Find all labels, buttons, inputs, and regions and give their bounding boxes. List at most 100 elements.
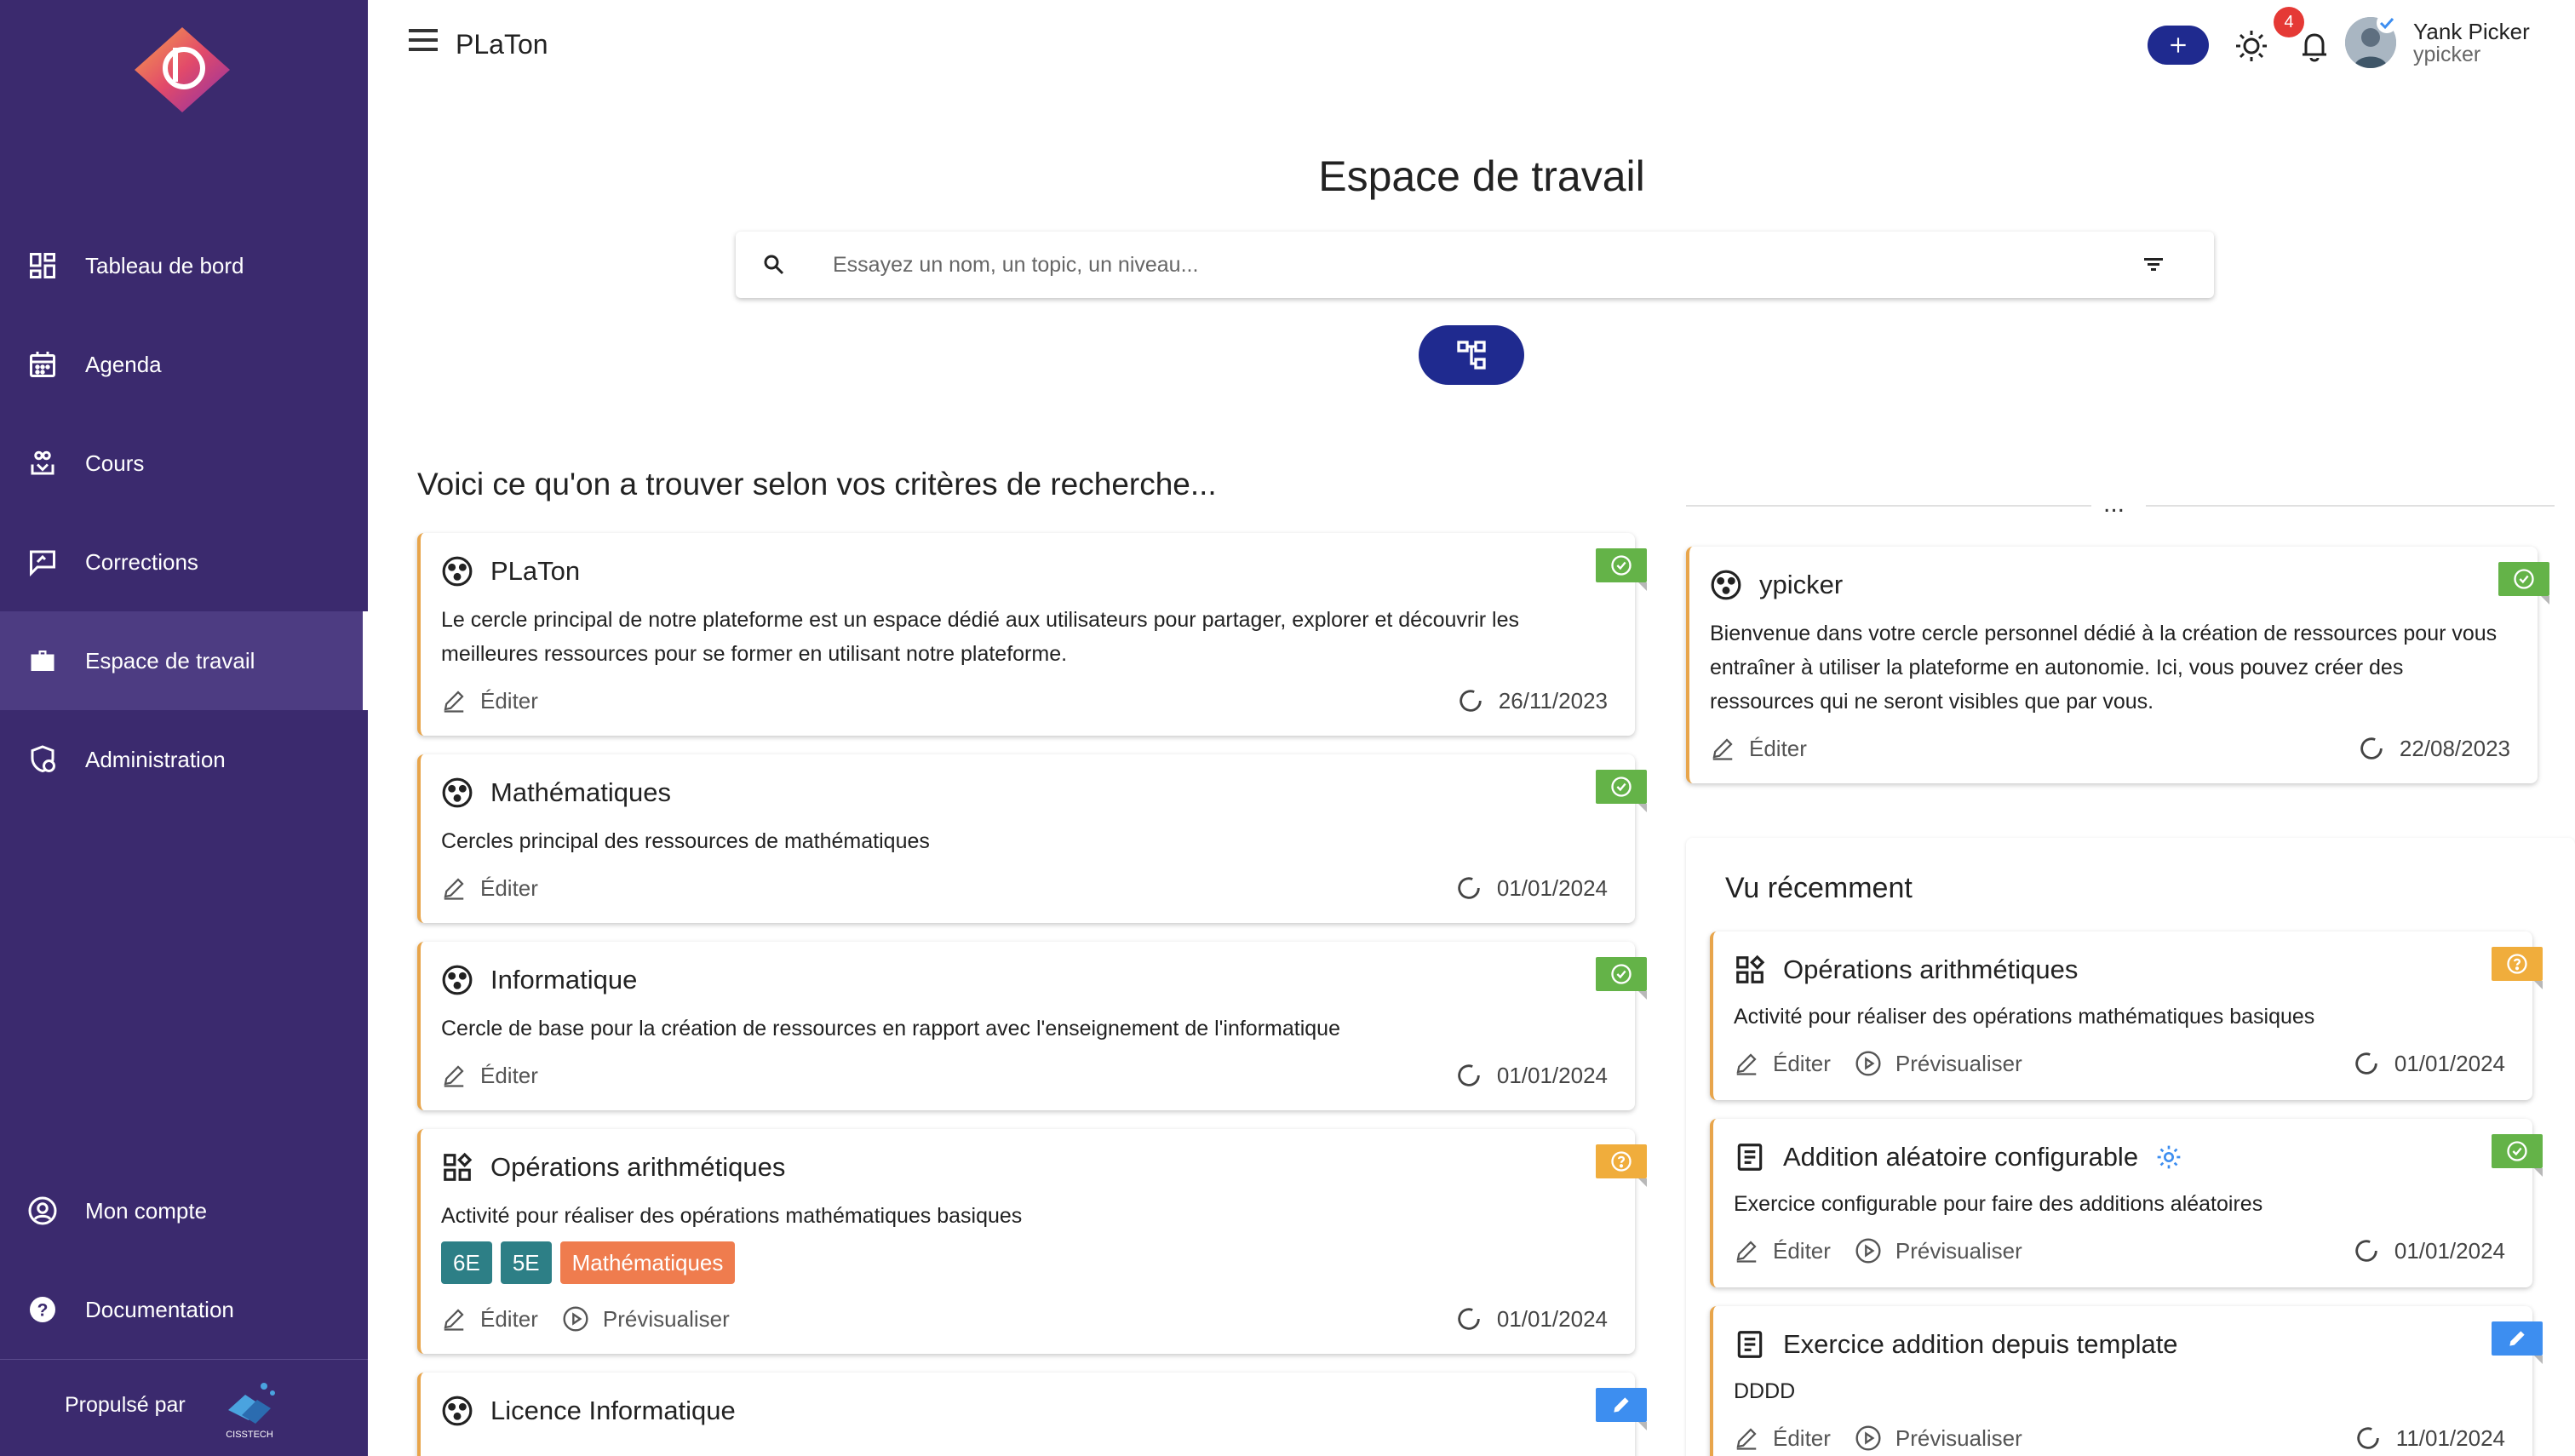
result-card[interactable]: Mathématiques Cercles principal des ress… — [417, 754, 1647, 923]
edit-button[interactable]: Éditer — [441, 1063, 538, 1089]
recent-card[interactable]: Opérations arithmétiques Activité pour r… — [1710, 931, 2543, 1100]
sidebar-item-dashboard[interactable]: Tableau de bord — [0, 216, 368, 315]
sidebar-divider — [0, 1359, 368, 1360]
edit-button[interactable]: Éditer — [441, 1306, 538, 1333]
result-card[interactable]: Informatique Cercle de base pour la créa… — [417, 942, 1647, 1110]
play-circle-icon — [1855, 1425, 1881, 1451]
status-published-tag — [2492, 1134, 2543, 1177]
status-published-tag — [1596, 957, 1647, 1000]
card-title[interactable]: Licence Informatique — [490, 1396, 736, 1426]
edit-label: Éditer — [480, 1062, 538, 1088]
add-button[interactable] — [2148, 26, 2209, 65]
card-description: Exercice configurable pour faire des add… — [1734, 1192, 2263, 1216]
search-icon — [764, 255, 784, 275]
calendar-icon — [26, 347, 60, 381]
card-description: Le cercle principal de notre plateforme … — [441, 608, 1519, 666]
card-description: Activité pour réaliser des opérations ma… — [441, 1204, 1023, 1228]
dashboard-icon — [26, 249, 60, 283]
sun-icon[interactable] — [2231, 26, 2272, 66]
more-options[interactable]: ... — [2103, 490, 2125, 519]
cisstech-logo[interactable]: CISSTECH — [211, 1376, 288, 1441]
user-name[interactable]: Yank Picker — [2413, 19, 2530, 45]
sidebar-item-workspace[interactable]: Espace de travail — [0, 611, 368, 710]
status-published-tag — [1596, 770, 1647, 812]
check-circle-icon — [1611, 964, 1632, 984]
circle-icon — [1711, 570, 1741, 600]
sidebar-item-label: Administration — [85, 746, 226, 772]
platon-logo[interactable] — [133, 26, 232, 114]
card-description: DDDD — [1734, 1379, 1796, 1403]
edit-label: Éditer — [1773, 1424, 1831, 1451]
gear-icon — [2157, 1145, 2181, 1169]
card-title[interactable]: PLaTon — [490, 556, 580, 587]
updated-date: 01/01/2024 — [1454, 874, 1608, 903]
edit-button[interactable]: Éditer — [441, 688, 538, 714]
verified-icon — [2377, 13, 2397, 33]
card-title[interactable]: ypicker — [1759, 570, 1843, 600]
preview-label: Prévisualiser — [1895, 1237, 2022, 1264]
refresh-icon — [1460, 690, 1482, 712]
level-chip[interactable]: 5E — [500, 1241, 552, 1284]
circle-icon — [442, 965, 473, 995]
sidebar-item-administration[interactable]: Administration — [0, 710, 368, 809]
date-value: 22/08/2023 — [2399, 735, 2510, 761]
briefcase-icon — [26, 644, 60, 678]
edit-button[interactable]: Éditer — [441, 875, 538, 902]
preview-button[interactable]: Prévisualiser — [1855, 1050, 2022, 1077]
level-chip[interactable]: 6E — [441, 1241, 492, 1284]
edit-button[interactable]: Éditer — [1734, 1051, 1831, 1077]
card-title[interactable]: Addition aléatoire configurable — [1783, 1142, 2138, 1172]
result-card[interactable]: PLaTon Le cercle principal de notre plat… — [417, 533, 1647, 736]
search-input[interactable] — [833, 247, 2110, 283]
check-circle-icon — [1611, 777, 1632, 797]
result-card[interactable]: Opérations arithmétiques Activité pour r… — [417, 1129, 1647, 1354]
refresh-icon — [2357, 1427, 2379, 1449]
svg-text:?: ? — [37, 1301, 49, 1321]
preview-button[interactable]: Prévisualiser — [1855, 1424, 2022, 1452]
course-icon — [26, 446, 60, 480]
recent-card[interactable]: Addition aléatoire configurable Exercice… — [1710, 1119, 2543, 1287]
card-description: Bienvenue dans votre cercle personnel dé… — [1710, 622, 2498, 714]
sidebar-item-agenda[interactable]: Agenda — [0, 315, 368, 414]
edit-button[interactable]: Éditer — [1710, 736, 1807, 762]
date-value: 01/01/2024 — [1496, 874, 1608, 901]
edit-label: Éditer — [1749, 735, 1807, 761]
edit-button[interactable]: Éditer — [1734, 1238, 1831, 1264]
filter-icon[interactable] — [2141, 252, 2166, 278]
personal-circle-card[interactable]: ypicker Bienvenue dans votre cercle pers… — [1686, 547, 2549, 783]
account-icon — [26, 1194, 60, 1228]
card-title[interactable]: Mathématiques — [490, 777, 671, 808]
card-description: Cercles principal des ressources de math… — [441, 829, 930, 853]
sidebar-item-documentation[interactable]: ? Documentation — [0, 1260, 368, 1359]
preview-button[interactable]: Prévisualiser — [562, 1305, 730, 1333]
menu-icon[interactable] — [407, 26, 441, 56]
updated-date: 01/01/2024 — [1454, 1061, 1608, 1090]
page-title: Espace de travail — [1318, 152, 1645, 200]
exercise-icon — [1737, 1331, 1763, 1358]
edit-button[interactable]: Éditer — [1734, 1425, 1831, 1452]
card-title[interactable]: Opérations arithmétiques — [490, 1152, 785, 1183]
date-value: 11/01/2024 — [2395, 1424, 2505, 1451]
card-title[interactable]: Opérations arithmétiques — [1783, 954, 2078, 985]
sidebar-item-corrections[interactable]: Corrections — [0, 513, 368, 611]
pencil-icon — [1614, 1397, 1629, 1413]
pencil-icon — [1736, 1241, 1757, 1263]
sidebar-item-account[interactable]: Mon compte — [0, 1161, 368, 1260]
refresh-icon — [1458, 877, 1480, 899]
sidebar-item-cours[interactable]: Cours — [0, 414, 368, 513]
sidebar-item-label: Documentation — [85, 1296, 234, 1322]
pencil-icon — [1712, 738, 1733, 760]
preview-button[interactable]: Prévisualiser — [1855, 1237, 2022, 1264]
topic-chip[interactable]: Mathématiques — [559, 1241, 736, 1284]
card-title[interactable]: Exercice addition depuis template — [1783, 1329, 2178, 1360]
tree-view-button[interactable] — [1419, 325, 1524, 385]
refresh-icon — [2360, 737, 2383, 760]
check-circle-icon — [2514, 569, 2534, 589]
recent-card[interactable]: Exercice addition depuis template DDDD É… — [1710, 1306, 2543, 1456]
result-card[interactable]: Licence Informatique — [417, 1373, 1647, 1456]
edit-label: Éditer — [1773, 1050, 1831, 1076]
admin-icon — [26, 742, 60, 777]
card-title[interactable]: Informatique — [490, 965, 637, 995]
updated-date: 01/01/2024 — [2352, 1236, 2505, 1265]
check-circle-icon — [2507, 1141, 2527, 1161]
